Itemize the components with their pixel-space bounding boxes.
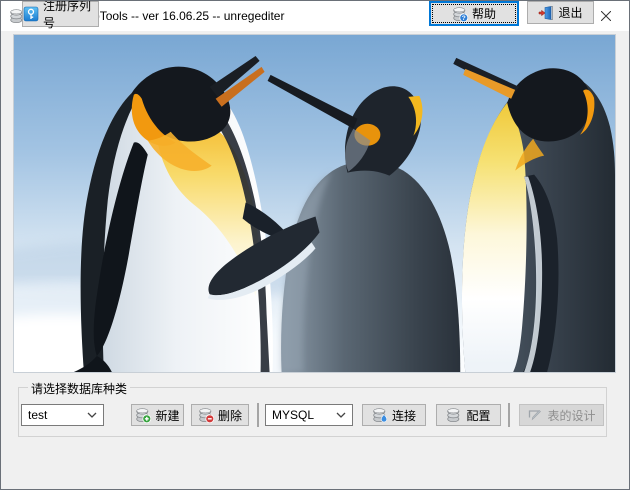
register-button-label: 注册序列号 xyxy=(43,0,92,30)
help-button[interactable]: ? 帮助 xyxy=(429,1,519,26)
database-question-icon: ? xyxy=(452,6,468,22)
connect-button[interactable]: 连接 xyxy=(362,404,426,426)
database-add-icon xyxy=(135,407,152,423)
delete-database-button[interactable]: 删除 xyxy=(191,404,249,426)
table-design-button-label: 表的设计 xyxy=(547,408,596,423)
svg-text:?: ? xyxy=(462,15,466,22)
separator xyxy=(508,403,510,427)
blue-key-icon xyxy=(23,6,39,22)
config-button[interactable]: 配置 xyxy=(436,404,501,426)
chevron-down-icon xyxy=(336,412,346,418)
delete-button-label: 删除 xyxy=(217,408,242,423)
table-design-button: 表的设计 xyxy=(519,404,604,426)
database-combobox-value: test xyxy=(28,408,48,422)
new-button-label: 新建 xyxy=(155,408,180,423)
table-pencil-icon xyxy=(529,409,542,421)
config-button-label: 配置 xyxy=(466,408,491,423)
app-window: Penguins DbTools -- ver 16.06.25 -- unre… xyxy=(0,0,630,490)
database-connect-icon xyxy=(372,407,388,423)
database-stack-icon xyxy=(446,407,462,423)
door-exit-icon xyxy=(539,5,554,20)
chevron-down-icon xyxy=(87,412,97,418)
dbtype-combobox-value: MYSQL xyxy=(272,408,315,422)
connect-button-label: 连接 xyxy=(391,408,416,423)
database-remove-icon xyxy=(198,407,214,423)
new-database-button[interactable]: 新建 xyxy=(131,404,184,426)
groupbox-label: 请选择数据库种类 xyxy=(28,380,131,397)
exit-button[interactable]: 退出 xyxy=(527,1,594,24)
exit-button-label: 退出 xyxy=(558,6,583,20)
database-combobox[interactable]: test xyxy=(21,404,104,426)
register-serial-button[interactable]: 注册序列号 xyxy=(22,1,99,30)
separator xyxy=(257,403,259,427)
close-icon xyxy=(601,11,611,21)
penguins-photo xyxy=(13,34,616,373)
dbtype-combobox[interactable]: MYSQL xyxy=(265,404,353,426)
help-button-label: 帮助 xyxy=(471,7,496,21)
penguins-illustration xyxy=(14,35,615,372)
